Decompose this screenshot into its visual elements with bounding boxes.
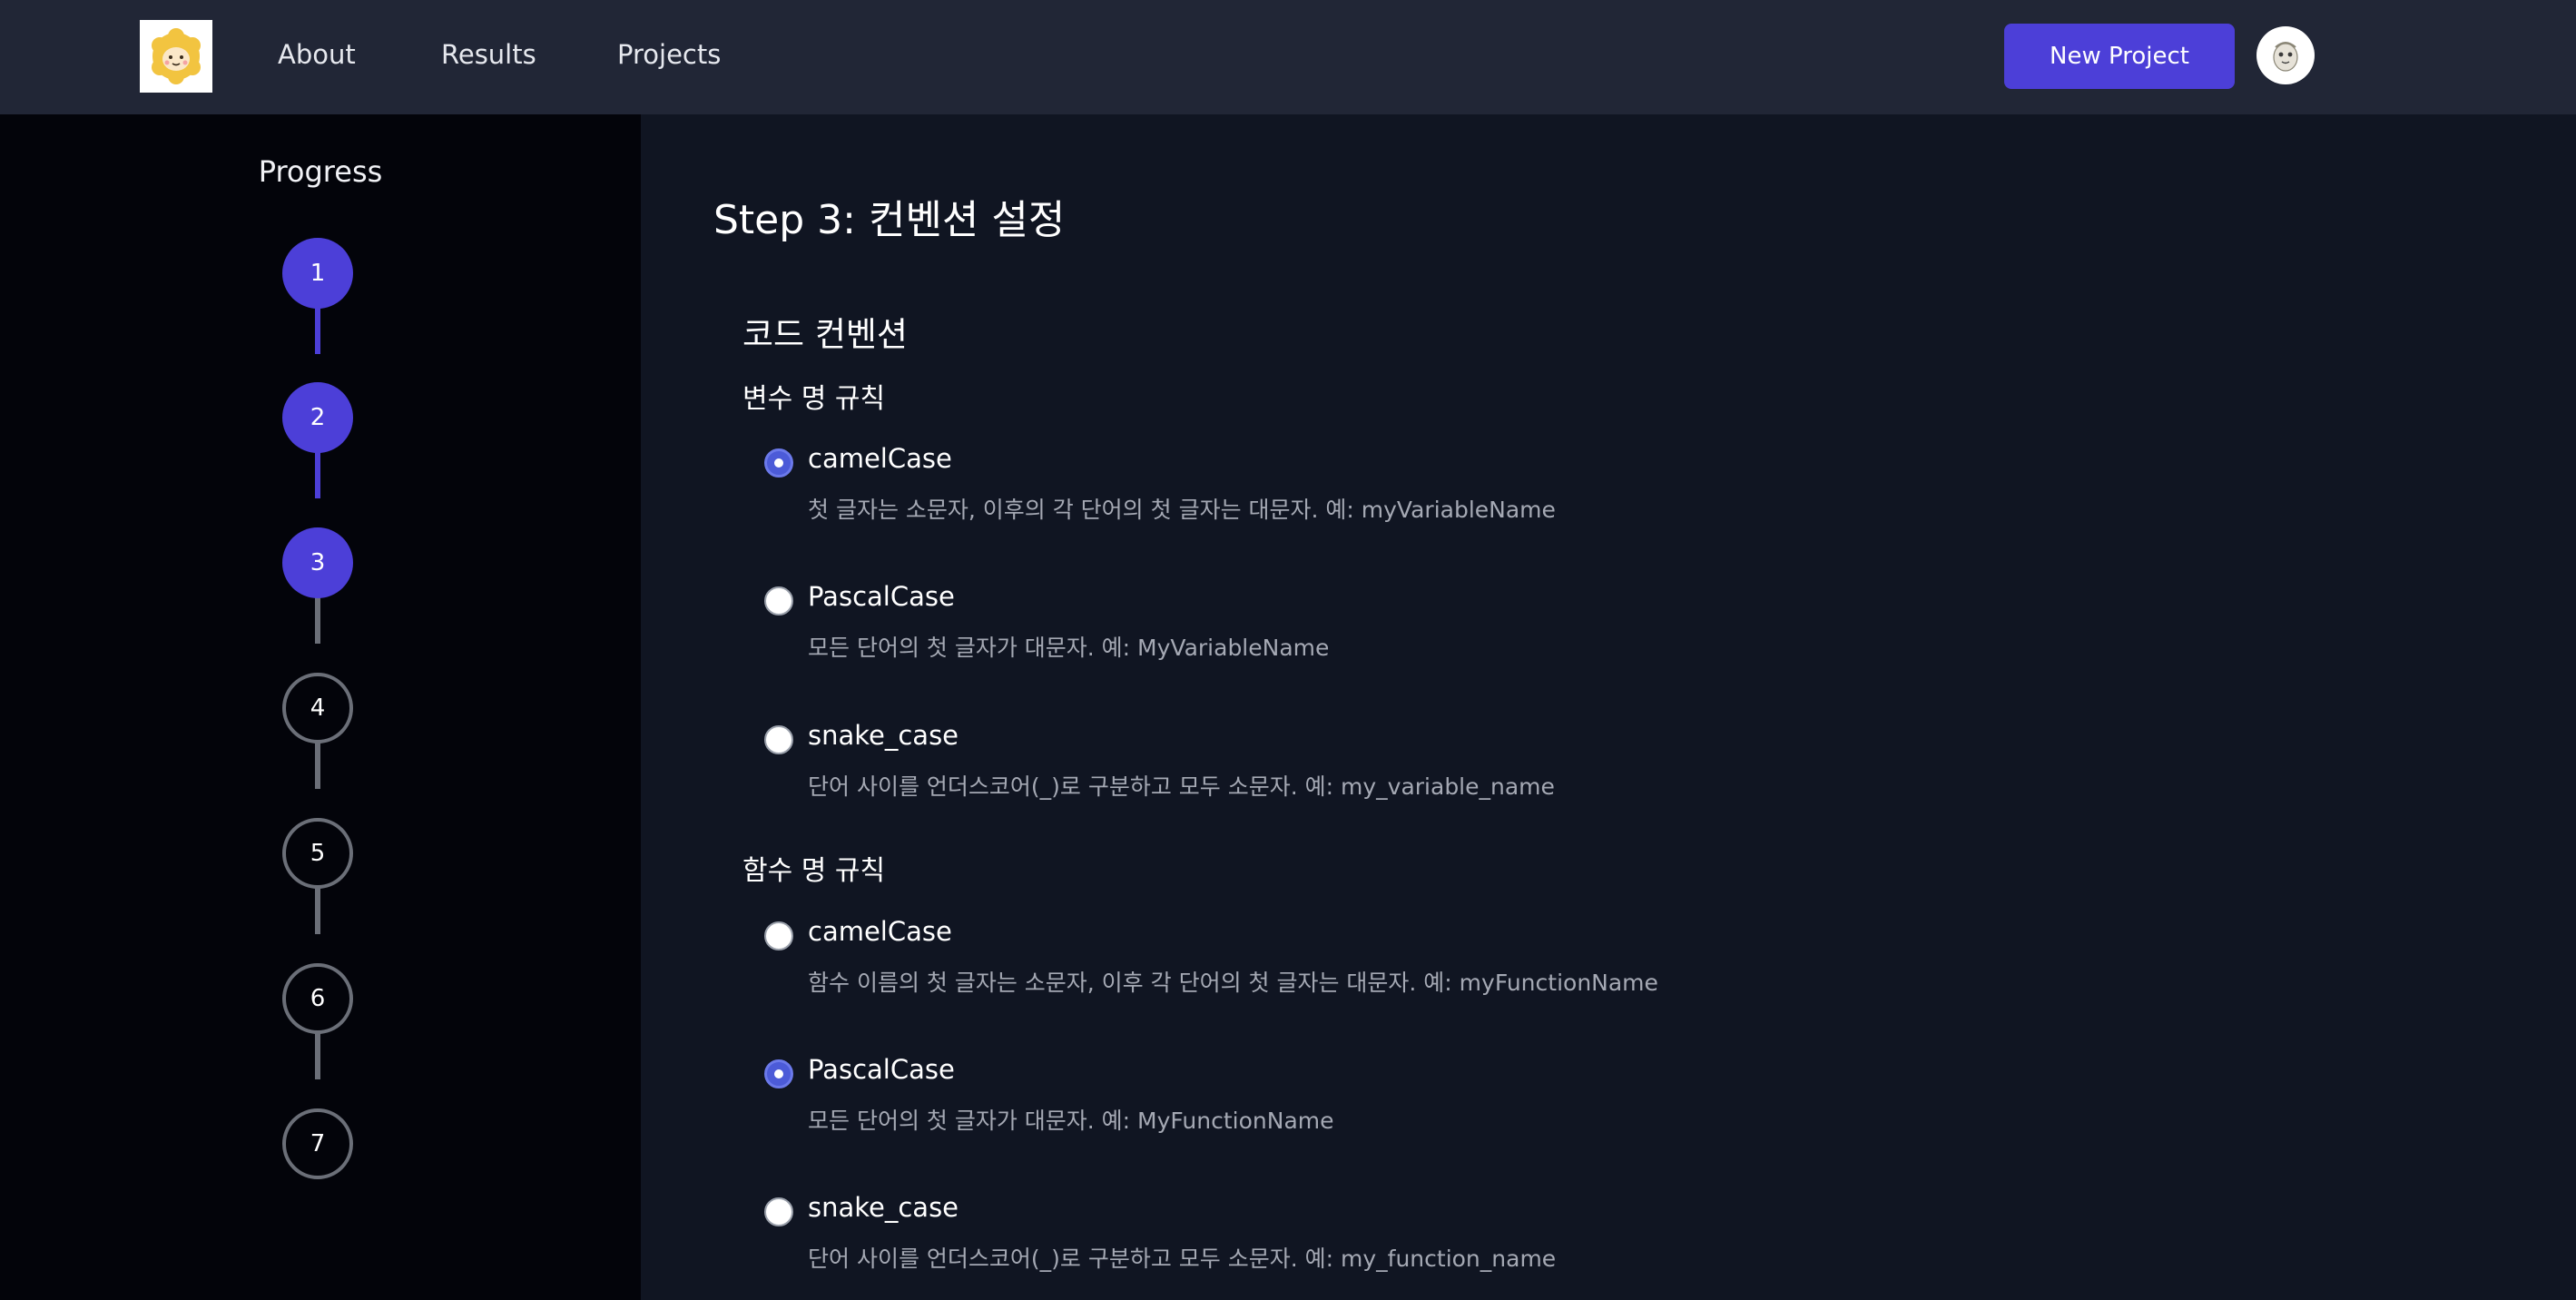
function-camelcase-description: 함수 이름의 첫 글자는 소문자, 이후 각 단어의 첫 글자는 대문자. 예:… [808,970,1658,996]
group-title-function-naming: 함수 명 규칙 [742,855,886,887]
variable-snakecase-radio[interactable] [764,725,793,754]
progress-step-1[interactable]: 1 [282,238,353,309]
nav-link-about[interactable]: About [278,33,356,76]
function-pascalcase-radio[interactable] [764,1059,793,1088]
top-navigation-bar: About Results Projects New Project [0,0,2576,114]
variable-pascalcase-label[interactable]: PascalCase [808,581,955,612]
variable-pascalcase-description: 모든 단어의 첫 글자가 대문자. 예: MyVariableName [808,635,1330,661]
function-camelcase-label[interactable]: camelCase [808,916,952,947]
progress-step-3[interactable]: 3 [282,527,353,598]
function-pascalcase-label[interactable]: PascalCase [808,1054,955,1085]
new-project-button[interactable]: New Project [2004,24,2235,89]
progress-step-5[interactable]: 5 [282,818,353,889]
variable-camelcase-description: 첫 글자는 소문자, 이후의 각 단어의 첫 글자는 대문자. 예: myVar… [808,497,1556,523]
variable-pascalcase-radio[interactable] [764,586,793,616]
variable-camelcase-label[interactable]: camelCase [808,443,952,474]
sheep-logo-icon[interactable] [140,20,212,93]
avatar-icon[interactable] [2256,26,2315,84]
progress-step-6[interactable]: 6 [282,963,353,1034]
function-snakecase-description: 단어 사이를 언더스코어(_)로 구분하고 모두 소문자. 예: my_func… [808,1246,1557,1272]
nav-link-projects[interactable]: Projects [617,33,721,76]
nav-link-results[interactable]: Results [441,33,536,76]
progress-step-2[interactable]: 2 [282,382,353,453]
section-title-code-convention: 코드 컨벤션 [742,315,908,354]
progress-sidebar: Progress 1 2 3 4 5 6 7 [0,114,641,1300]
variable-snakecase-label[interactable]: snake_case [808,720,959,751]
function-pascalcase-description: 모든 단어의 첫 글자가 대문자. 예: MyFunctionName [808,1108,1334,1134]
function-snakecase-label[interactable]: snake_case [808,1192,959,1223]
function-snakecase-radio[interactable] [764,1197,793,1226]
function-camelcase-radio[interactable] [764,921,793,950]
progress-title: Progress [258,154,383,189]
group-title-variable-naming: 변수 명 규칙 [742,383,886,415]
page-title: Step 3: 컨벤션 설정 [713,197,1066,243]
progress-step-7[interactable]: 7 [282,1108,353,1179]
progress-step-4[interactable]: 4 [282,673,353,744]
variable-snakecase-description: 단어 사이를 언더스코어(_)로 구분하고 모두 소문자. 예: my_vari… [808,773,1555,800]
main-content: Step 3: 컨벤션 설정 코드 컨벤션 변수 명 규칙 camelCase … [641,114,2576,1300]
variable-camelcase-radio[interactable] [764,448,793,478]
